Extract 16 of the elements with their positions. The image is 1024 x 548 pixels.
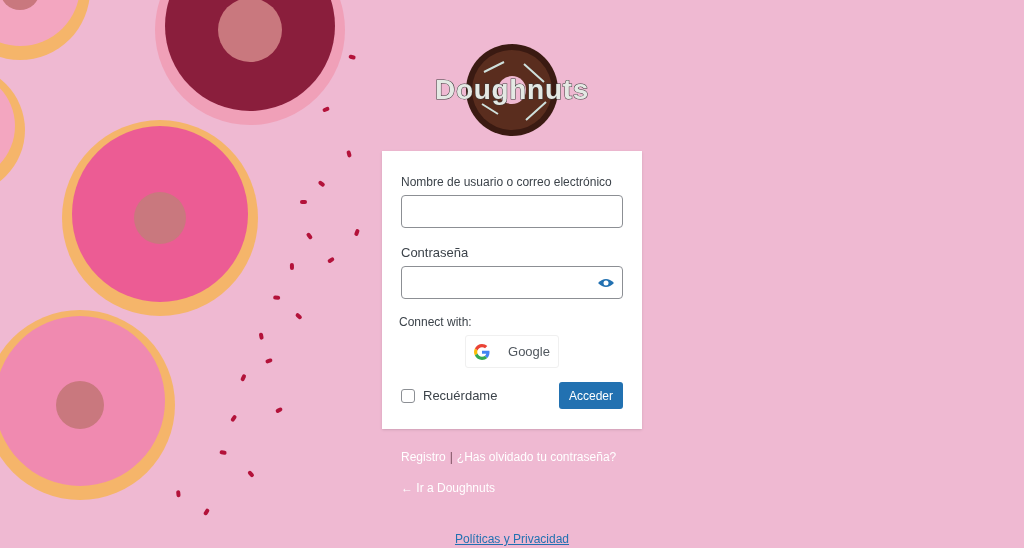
password-field[interactable]	[401, 266, 623, 299]
separator: |	[449, 449, 453, 466]
connect-label: Connect with:	[399, 314, 473, 331]
back-link[interactable]: ← Ir a Doughnuts	[401, 481, 496, 495]
remember-label: Recuérdame	[423, 386, 498, 405]
register-link[interactable]: Registro	[401, 448, 446, 466]
eye-icon[interactable]	[598, 276, 614, 289]
submit-button[interactable]: Acceder	[558, 382, 623, 409]
google-button[interactable]: Google	[465, 335, 559, 368]
privacy-link[interactable]: Políticas y Privacidad	[454, 530, 569, 548]
username-label: Nombre de usuario o correo electrónico	[401, 173, 613, 191]
username-field[interactable]	[401, 194, 623, 228]
password-label: Contraseña	[401, 243, 470, 262]
remember-checkbox[interactable]	[401, 388, 415, 403]
google-icon	[474, 343, 491, 360]
lost-password-link[interactable]: ¿Has olvidado tu contraseña?	[456, 448, 617, 466]
